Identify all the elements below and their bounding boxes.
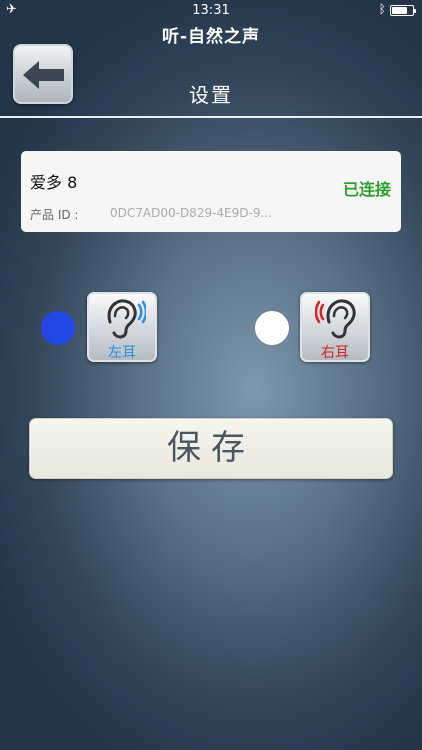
product-id-label: 产品 ID : — [30, 208, 79, 222]
status-bar: ✈ 13:31 ᛒ — [0, 0, 422, 22]
product-id-value: 0DC7AD00-D829-4E9D-9... — [110, 206, 272, 220]
left-ear-label: 左耳 — [108, 345, 136, 361]
battery-icon — [390, 5, 416, 16]
right-ear-label: 右耳 — [321, 345, 349, 361]
left-ear-button[interactable]: 左耳 — [87, 292, 157, 362]
bluetooth-icon: ᛒ — [378, 2, 386, 16]
right-ear-radio[interactable] — [255, 311, 289, 345]
right-ear-button[interactable]: 右耳 — [300, 292, 370, 362]
left-ear-radio[interactable] — [41, 311, 75, 345]
page-title: 设置 — [189, 83, 233, 107]
right-ear-icon — [315, 299, 356, 339]
save-button[interactable]: 保存 — [29, 418, 393, 479]
device-card[interactable]: 爱多 8 已连接 产品 ID : 0DC7AD00-D829-4E9D-9... — [21, 151, 401, 232]
status-time: 13:31 — [192, 3, 230, 18]
save-button-label: 保存 — [167, 428, 255, 468]
left-ear-icon — [107, 299, 146, 339]
device-name: 爱多 8 — [30, 173, 78, 192]
header-divider — [0, 116, 422, 118]
connection-status: 已连接 — [342, 180, 391, 199]
